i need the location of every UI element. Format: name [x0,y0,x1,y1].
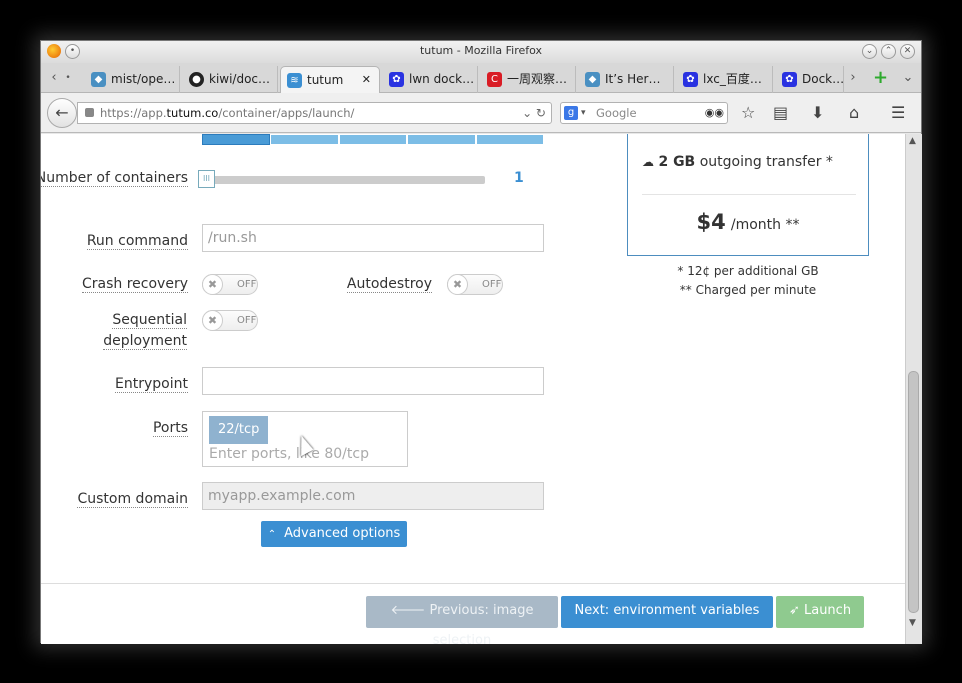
advanced-options-button[interactable]: ⌃ Advanced options [261,521,407,547]
price-line: $4 /month ** [696,210,800,234]
previous-button[interactable]: 🡐 Previous: image selection [366,596,558,644]
navigation-bar: ← https://app.tutum.co/container/apps/la… [41,93,921,133]
autodestroy-label: Autodestroy [346,276,432,293]
entrypoint-label: Entrypoint [115,376,188,393]
containers-value: 1 [514,170,524,186]
tab-mist[interactable]: ◆ mist/ope… [85,66,180,93]
tab-tutum[interactable]: ≋ tutum ✕ [280,66,380,93]
search-box[interactable]: g ▾ Google ◉◉ [560,102,728,124]
sequential-deployment-toggle[interactable]: ✖ OFF [202,310,258,331]
download-icon[interactable]: ⬇ [811,102,824,124]
menu-icon[interactable]: ☰ [891,102,905,124]
baidu-paw-icon: ✿ [389,72,404,87]
size-option[interactable] [202,134,271,145]
window-title: tutum - Mozilla Firefox [419,44,543,57]
title-bar: • tutum - Mozilla Firefox ⌄ ⌃ ✕ [41,41,921,63]
size-selector[interactable] [202,134,545,145]
new-tab-plus-icon[interactable]: + [873,68,888,88]
cloud-download-icon: ☁ [642,155,654,169]
crash-recovery-toggle[interactable]: ✖ OFF [202,274,258,295]
google-icon: g [564,106,578,120]
tutum-icon: ≋ [287,73,302,88]
ports-placeholder: Enter ports, like 80/tcp [209,446,369,462]
vertical-scrollbar[interactable]: ▲ ▼ [905,134,922,644]
bookmark-star-icon[interactable]: ☆ [741,102,755,124]
card-divider [642,194,856,195]
docker-icon: ◆ [91,72,106,87]
baidu-paw-icon: ✿ [683,72,698,87]
scrollbar-thumb[interactable] [908,371,919,613]
minimize-dot-icon[interactable]: • [65,44,80,59]
custom-domain-label: Custom domain [77,491,188,508]
tab-weekly[interactable]: C 一周观察… [481,66,576,93]
run-command-label: Run command [86,233,188,250]
scroll-down-icon[interactable]: ▼ [909,618,916,628]
tab-list-chevron-icon[interactable]: ⌄ [901,68,915,88]
x-icon: ✖ [447,274,468,295]
ports-label: Ports [152,420,188,437]
port-tag[interactable]: 22/tcp [209,416,269,444]
arrow-left-icon: 🡐 [390,603,426,618]
back-arrow-icon[interactable]: ← [47,98,77,128]
tab-lwn[interactable]: ✿ lwn dock… [383,66,478,93]
containers-slider-handle[interactable]: III [198,170,215,188]
baidu-paw-icon: ✿ [782,72,797,87]
arrow-right-icon: 🡒 [649,633,685,644]
chevron-down-icon[interactable]: ⌄ [862,44,877,59]
github-icon: ● [189,72,204,87]
pricing-notes: * 12¢ per additional GB ** Charged per m… [677,264,819,297]
entrypoint-input[interactable] [202,367,544,395]
x-icon: ✖ [202,310,223,331]
chevron-up-icon[interactable]: ⌃ [881,44,896,59]
launch-button[interactable]: ➶ Launch [776,596,864,628]
binoculars-icon[interactable]: ◉◉ [705,103,724,123]
c-icon: C [487,72,502,87]
size-option[interactable] [338,134,408,145]
firefox-icon [47,44,61,58]
size-option[interactable] [475,134,545,145]
chevrons-up-icon: ⌃ [267,529,277,540]
reading-list-icon[interactable]: ▤ [773,102,788,124]
scroll-up-icon[interactable]: ▲ [909,136,916,146]
close-tab-icon[interactable]: ✕ [362,67,371,93]
run-command-input[interactable]: /run.sh [202,224,544,252]
next-button[interactable]: Next: environment variables 🡒 [561,596,773,644]
firefox-window: • tutum - Mozilla Firefox ⌄ ⌃ ✕ ‹ • ◆ mist/… [40,40,922,644]
reload-icon[interactable]: ⌄ ↻ [522,103,546,123]
pricing-card: ☁ 2 GB outgoing transfer * $4 /month ** [627,134,869,256]
containers-label: Number of containers [41,168,188,189]
containers-slider-track[interactable] [202,176,485,184]
size-option[interactable] [270,134,339,145]
lock-icon [85,108,94,117]
tab-lxc[interactable]: ✿ lxc_百度… [677,66,773,93]
crash-recovery-label: Crash recovery [82,276,188,293]
tab-dock[interactable]: ✿ Dock… [776,66,844,93]
tab-bar: ‹ • ◆ mist/ope… ● kiwi/doc… ≋ tutum ✕ ✿ lwn d… [41,63,921,93]
x-icon: ✖ [202,274,223,295]
tab-its-her[interactable]: ◆ It’s Her… [579,66,674,93]
custom-domain-input[interactable]: myapp.example.com [202,482,544,510]
url-bar[interactable]: https://app.tutum.co/container/apps/laun… [77,102,552,124]
footer-divider [41,583,905,584]
close-icon[interactable]: ✕ [900,44,915,59]
engine-dropdown-icon[interactable]: ▾ [581,103,586,123]
docker-icon: ◆ [585,72,600,87]
tab-scroll-right-icon[interactable]: › [846,68,860,88]
autodestroy-toggle[interactable]: ✖ OFF [447,274,503,295]
sequential-deployment-label: Sequential deployment [103,312,187,350]
transfer-line: ☁ 2 GB outgoing transfer * [642,154,833,170]
tab-kiwi[interactable]: ● kiwi/doc… [183,66,278,93]
rocket-icon: ➶ [788,603,800,618]
tab-overflow-dot-icon: • [65,73,71,83]
page-content: Number of containers III 1 Run command /… [41,134,905,644]
home-icon[interactable]: ⌂ [849,102,859,124]
tab-scroll-left-icon[interactable]: ‹ [47,68,61,88]
size-option[interactable] [407,134,476,145]
